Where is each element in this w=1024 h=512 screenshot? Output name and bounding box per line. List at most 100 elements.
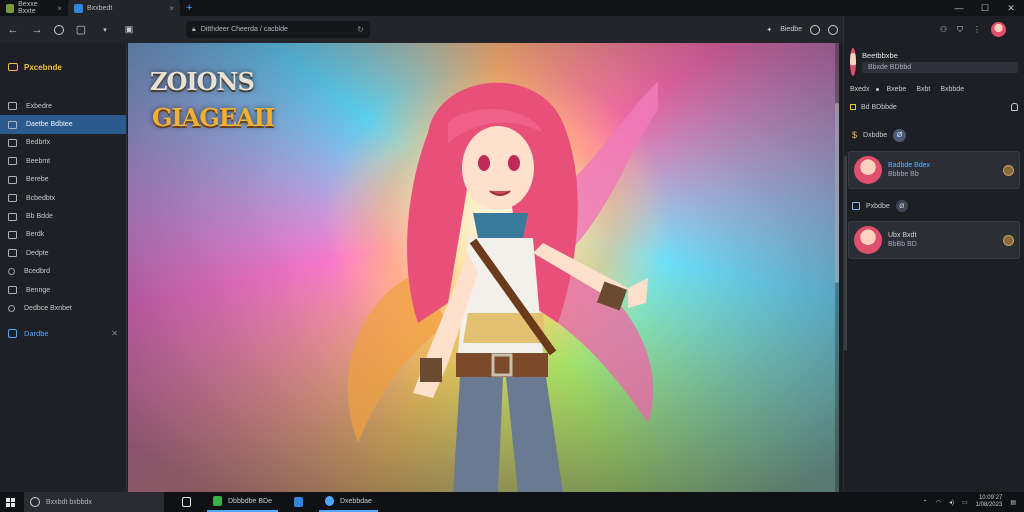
sidebar-item-label: Bcbedbtx bbox=[26, 194, 56, 202]
new-tab-button[interactable]: + bbox=[186, 2, 192, 14]
sidebar-item[interactable]: Dedpte bbox=[0, 244, 126, 262]
back-button[interactable]: ← bbox=[6, 24, 20, 36]
minimize-button[interactable]: — bbox=[946, 3, 972, 14]
sidebar-list: Exbedre Daetbe Bdbtee Bedbrtx Beebmt Ber… bbox=[0, 97, 126, 318]
sidebar-item[interactable]: Bcedbrd bbox=[0, 263, 126, 281]
close-icon[interactable]: ✕ bbox=[111, 329, 118, 338]
account-icon[interactable] bbox=[810, 24, 820, 35]
reload-icon[interactable]: ↻ bbox=[357, 25, 364, 34]
clock-time: 10:09 27 bbox=[978, 495, 1003, 501]
page-icon bbox=[8, 249, 17, 258]
volume-icon[interactable]: ◂) bbox=[949, 499, 954, 506]
avatar bbox=[854, 156, 882, 184]
wifi-icon[interactable]: ◠ bbox=[936, 499, 941, 506]
title-bar: Bexxe Bxxte × Bxxbedt × + — ☐ ✕ bbox=[0, 0, 1024, 16]
site-favicon-icon bbox=[74, 3, 83, 13]
taskbar-app[interactable] bbox=[288, 492, 309, 512]
toolbar-label[interactable]: Biedbe bbox=[780, 26, 802, 33]
sidebar-item[interactable]: Bedbrtx bbox=[0, 134, 126, 152]
address-bar[interactable]: 🔒︎ Ditthdeer Cheerda / cacblde ↻ bbox=[186, 21, 370, 38]
battery-icon[interactable]: ▭ bbox=[962, 499, 968, 506]
sidebar-item[interactable]: Berebe bbox=[0, 171, 126, 189]
folder-icon bbox=[8, 329, 17, 339]
taskbar-app-label: Dxebbdae bbox=[339, 497, 372, 505]
search-icon bbox=[30, 497, 40, 507]
task-view-button[interactable] bbox=[176, 492, 197, 512]
sidebar-item-label: Exbedre bbox=[26, 102, 53, 110]
notifications-icon[interactable]: ▤ bbox=[1010, 499, 1016, 506]
sidebar-item[interactable]: Bb Bdde bbox=[0, 207, 126, 225]
profile-status: Bbxde BDbbd bbox=[862, 62, 1018, 73]
task-view-icon bbox=[182, 497, 191, 507]
tab-item[interactable]: Bxbt bbox=[916, 86, 930, 93]
navigation-bar: ← → ▢ ▾ ▣ 🔒︎ Ditthdeer Cheerda / cacblde… bbox=[0, 16, 844, 43]
close-window-button[interactable]: ✕ bbox=[998, 3, 1024, 14]
user-avatar[interactable] bbox=[991, 22, 1006, 37]
taskbar-app[interactable]: Dxebbdae bbox=[318, 492, 378, 512]
sidebar-footer[interactable]: Dardbe ✕ bbox=[0, 326, 126, 342]
taskbar: Bxxbdt bxbbdx Dbbbdbe BDe Dxebbdae ⌃ ◠ ◂… bbox=[0, 492, 1024, 512]
box-icon[interactable]: ▢ bbox=[74, 23, 88, 36]
profile-header[interactable]: Beetbbxbe Bbxde BDbbd bbox=[844, 43, 1024, 81]
sidebar-header-label: Pxcebnde bbox=[24, 62, 62, 72]
friend-name: Badbde Bdex bbox=[888, 162, 931, 169]
people-icon[interactable]: ⚇ bbox=[940, 25, 947, 34]
profile-name: Beetbbxbe bbox=[862, 51, 898, 60]
shield-icon[interactable]: ⛉ bbox=[957, 25, 963, 35]
close-icon[interactable]: × bbox=[169, 4, 174, 13]
start-button[interactable] bbox=[0, 492, 20, 512]
extension-icon[interactable]: ✦ bbox=[766, 26, 772, 34]
sidebar-item[interactable]: Bennge bbox=[0, 281, 126, 299]
content-scrollbar[interactable] bbox=[835, 43, 839, 492]
bell-icon[interactable] bbox=[1011, 103, 1018, 111]
sidebar-item-label: Bcedbrd bbox=[24, 268, 51, 276]
close-icon[interactable]: × bbox=[57, 4, 62, 13]
app-icon bbox=[324, 496, 334, 506]
sidebar-item-selected[interactable]: Daetbe Bdbtee bbox=[0, 115, 126, 134]
scrollbar-thumb[interactable] bbox=[835, 103, 839, 283]
sidebar-item-label: Berdk bbox=[26, 231, 45, 239]
sidebar-item[interactable]: Exbedre bbox=[0, 97, 126, 115]
sidebar-item-label: Bennge bbox=[26, 286, 51, 294]
sidebar-item-label: Berebe bbox=[26, 176, 49, 184]
main-content-image: ZOIONS GIAGEAII bbox=[128, 43, 839, 492]
panel-icon[interactable]: ▣ bbox=[122, 24, 136, 35]
forward-button[interactable]: → bbox=[30, 24, 44, 36]
sidebar-item[interactable]: Berdk bbox=[0, 226, 126, 244]
sidebar-header[interactable]: Pxcebnde bbox=[0, 59, 126, 75]
sidebar-item[interactable]: Bcbedbtx bbox=[0, 189, 126, 207]
sidebar-item[interactable]: Dedbce Bxnbet bbox=[0, 299, 126, 317]
system-tray: ⌃ ◠ ◂) ▭ 10:09 27 1/08/2023 ▤ bbox=[923, 495, 1024, 509]
app-icon bbox=[213, 496, 222, 506]
clock[interactable]: 10:09 27 1/08/2023 bbox=[976, 495, 1003, 509]
taskbar-app[interactable]: Dbbbdbe BDe bbox=[207, 492, 278, 512]
maximize-button[interactable]: ☐ bbox=[972, 3, 998, 14]
site-favicon-icon bbox=[6, 3, 15, 13]
more-icon[interactable]: ⋮ bbox=[973, 25, 981, 34]
tab-item[interactable]: Bxebe bbox=[886, 86, 906, 93]
chevron-down-icon[interactable]: ▾ bbox=[98, 26, 112, 34]
window-controls: — ☐ ✕ bbox=[946, 3, 1024, 14]
sidebar-item-label: Dedbce Bxnbet bbox=[24, 304, 72, 312]
taskbar-search[interactable]: Bxxbdt bxbbdx bbox=[24, 492, 164, 512]
settings-icon[interactable] bbox=[828, 24, 838, 35]
page-icon bbox=[8, 230, 17, 239]
sidebar-item[interactable]: Beebmt bbox=[0, 152, 126, 170]
refresh-icon[interactable] bbox=[54, 24, 64, 35]
friend-status: BbBb BD bbox=[888, 241, 917, 248]
chevron-up-icon[interactable]: ⌃ bbox=[923, 499, 928, 506]
friend-card[interactable]: Ubx Bxdt BbBb BD bbox=[848, 221, 1020, 259]
sidebar-item-label: Bedbrtx bbox=[26, 139, 51, 147]
friend-status: Bbbbe Bb bbox=[888, 171, 919, 178]
browser-tab-active[interactable]: Bxxbedt × bbox=[68, 0, 180, 16]
tab-item[interactable]: Bxedx bbox=[850, 86, 869, 93]
browser-tab-inactive[interactable]: Bexxe Bxxte × bbox=[0, 0, 68, 16]
panel-scrollbar[interactable] bbox=[844, 156, 847, 351]
sidebar: Pxcebnde Exbedre Daetbe Bdbtee Bedbrtx B… bbox=[0, 43, 127, 492]
separator-dot bbox=[876, 87, 880, 91]
friend-card[interactable]: Badbde Bdex Bbbbe Bb bbox=[848, 151, 1020, 189]
count-badge: Ø bbox=[895, 200, 908, 212]
toolbar-right: ✦ Biedbe bbox=[766, 24, 838, 35]
section-header: $ Dxbdbe Ø bbox=[844, 123, 1024, 147]
tab-item[interactable]: Bxbbde bbox=[940, 86, 964, 93]
